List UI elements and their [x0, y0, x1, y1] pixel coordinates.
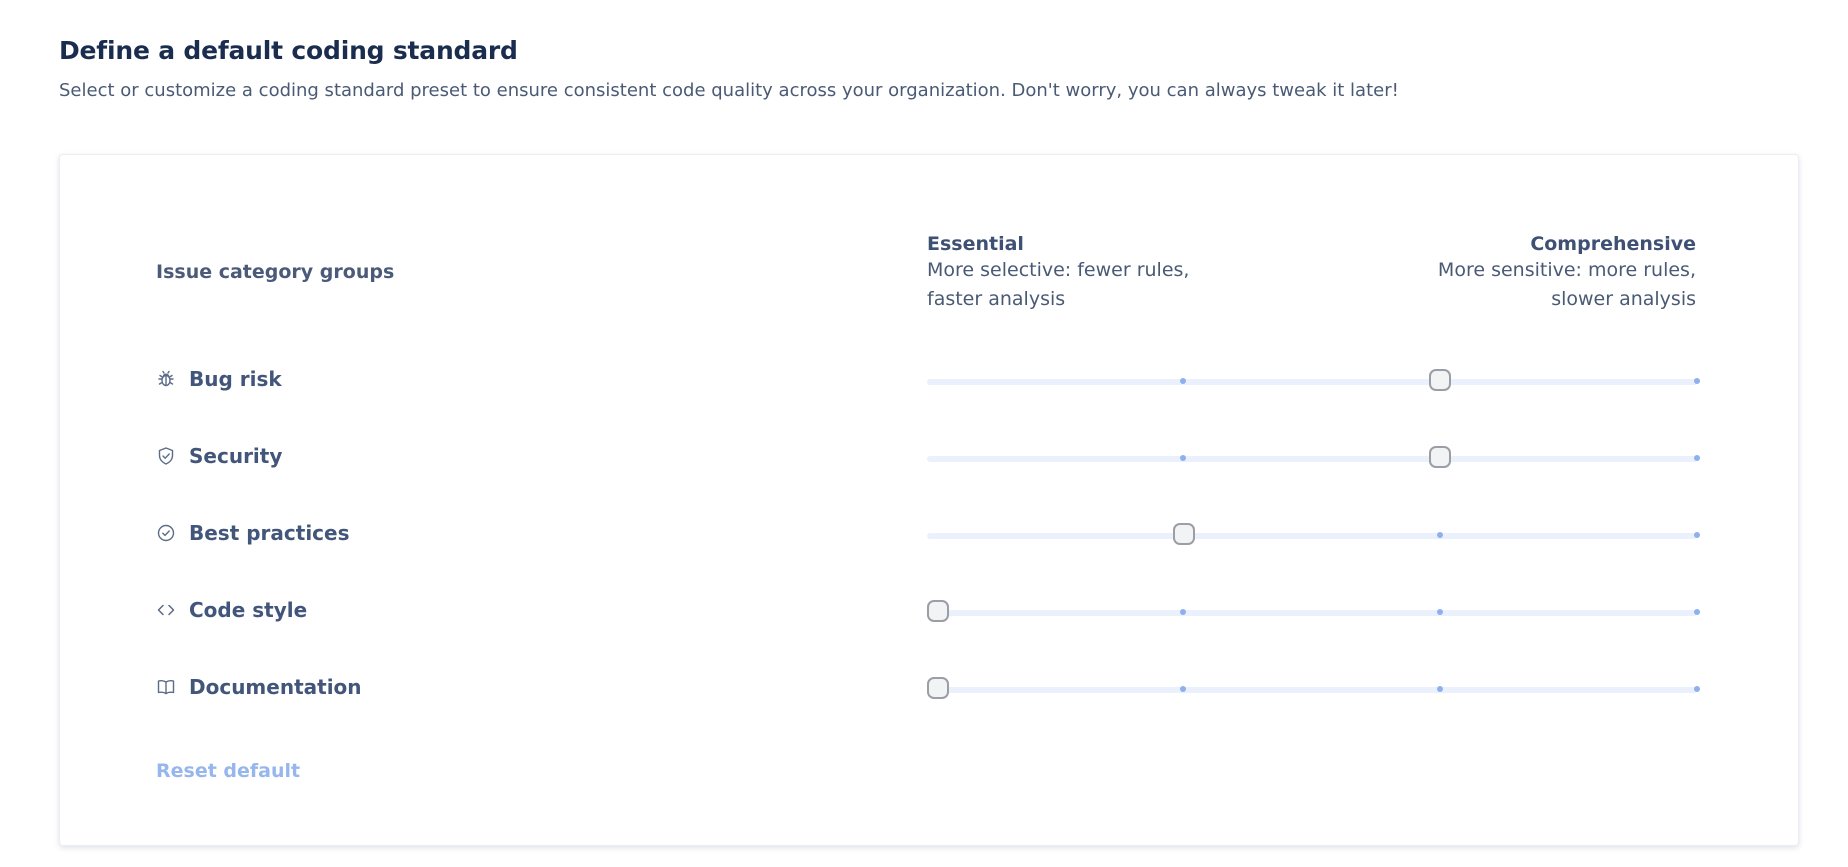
book-open-icon	[156, 677, 176, 697]
category-label: Code style	[189, 598, 308, 622]
category-row-code-style: Code style	[0, 590, 1848, 630]
level-slider[interactable]	[927, 369, 1700, 391]
slider-tick[interactable]	[1180, 686, 1186, 692]
slider-tick[interactable]	[1694, 686, 1700, 692]
category-label: Security	[189, 444, 283, 468]
slider-thumb[interactable]	[927, 677, 949, 699]
level-slider[interactable]	[927, 523, 1700, 545]
page-title: Define a default coding standard	[59, 36, 518, 65]
category-label: Best practices	[189, 521, 350, 545]
category-row-bug-risk: Bug risk	[0, 359, 1848, 399]
category-label: Bug risk	[189, 367, 282, 391]
slider-tick[interactable]	[1694, 532, 1700, 538]
slider-tick[interactable]	[1180, 609, 1186, 615]
slider-thumb[interactable]	[1429, 446, 1452, 468]
coding-standard-page: Define a default coding standard Select …	[0, 0, 1848, 867]
slider-tick[interactable]	[1694, 609, 1700, 615]
level-comprehensive-desc-1: More sensitive: more rules,	[1437, 259, 1696, 281]
level-slider[interactable]	[927, 677, 1700, 699]
slider-tick[interactable]	[1180, 378, 1186, 384]
level-comprehensive: Comprehensive More sensitive: more rules…	[1396, 232, 1696, 314]
category-label: Documentation	[189, 675, 362, 699]
category-row-security: Security	[0, 436, 1848, 476]
level-slider[interactable]	[927, 600, 1700, 622]
slider-thumb[interactable]	[927, 600, 949, 622]
level-comprehensive-desc-2: slower analysis	[1551, 288, 1696, 310]
level-essential-desc-1: More selective: fewer rules,	[927, 259, 1190, 281]
slider-thumb[interactable]	[1429, 369, 1452, 391]
slider-tick[interactable]	[1180, 455, 1186, 461]
level-essential-desc-2: faster analysis	[927, 288, 1066, 310]
slider-tick[interactable]	[1437, 609, 1443, 615]
page-subtitle: Select or customize a coding standard pr…	[59, 80, 1399, 101]
code-brackets-icon	[156, 600, 176, 620]
issue-category-header: Issue category groups	[156, 261, 395, 283]
slider-thumb[interactable]	[1172, 523, 1195, 545]
category-row-documentation: Documentation	[0, 667, 1848, 707]
level-slider[interactable]	[927, 446, 1700, 468]
level-comprehensive-name: Comprehensive	[1530, 233, 1696, 255]
category-row-best-practices: Best practices	[0, 513, 1848, 553]
shield-check-icon	[156, 446, 176, 466]
check-circle-icon	[156, 523, 176, 543]
level-essential: Essential More selective: fewer rules, f…	[927, 232, 1227, 314]
slider-tick[interactable]	[1694, 455, 1700, 461]
slider-tick[interactable]	[1437, 532, 1443, 538]
slider-tick[interactable]	[1437, 686, 1443, 692]
level-essential-name: Essential	[927, 233, 1024, 255]
bug-icon	[156, 369, 176, 389]
reset-default-link[interactable]: Reset default	[156, 760, 300, 782]
slider-tick[interactable]	[1694, 378, 1700, 384]
